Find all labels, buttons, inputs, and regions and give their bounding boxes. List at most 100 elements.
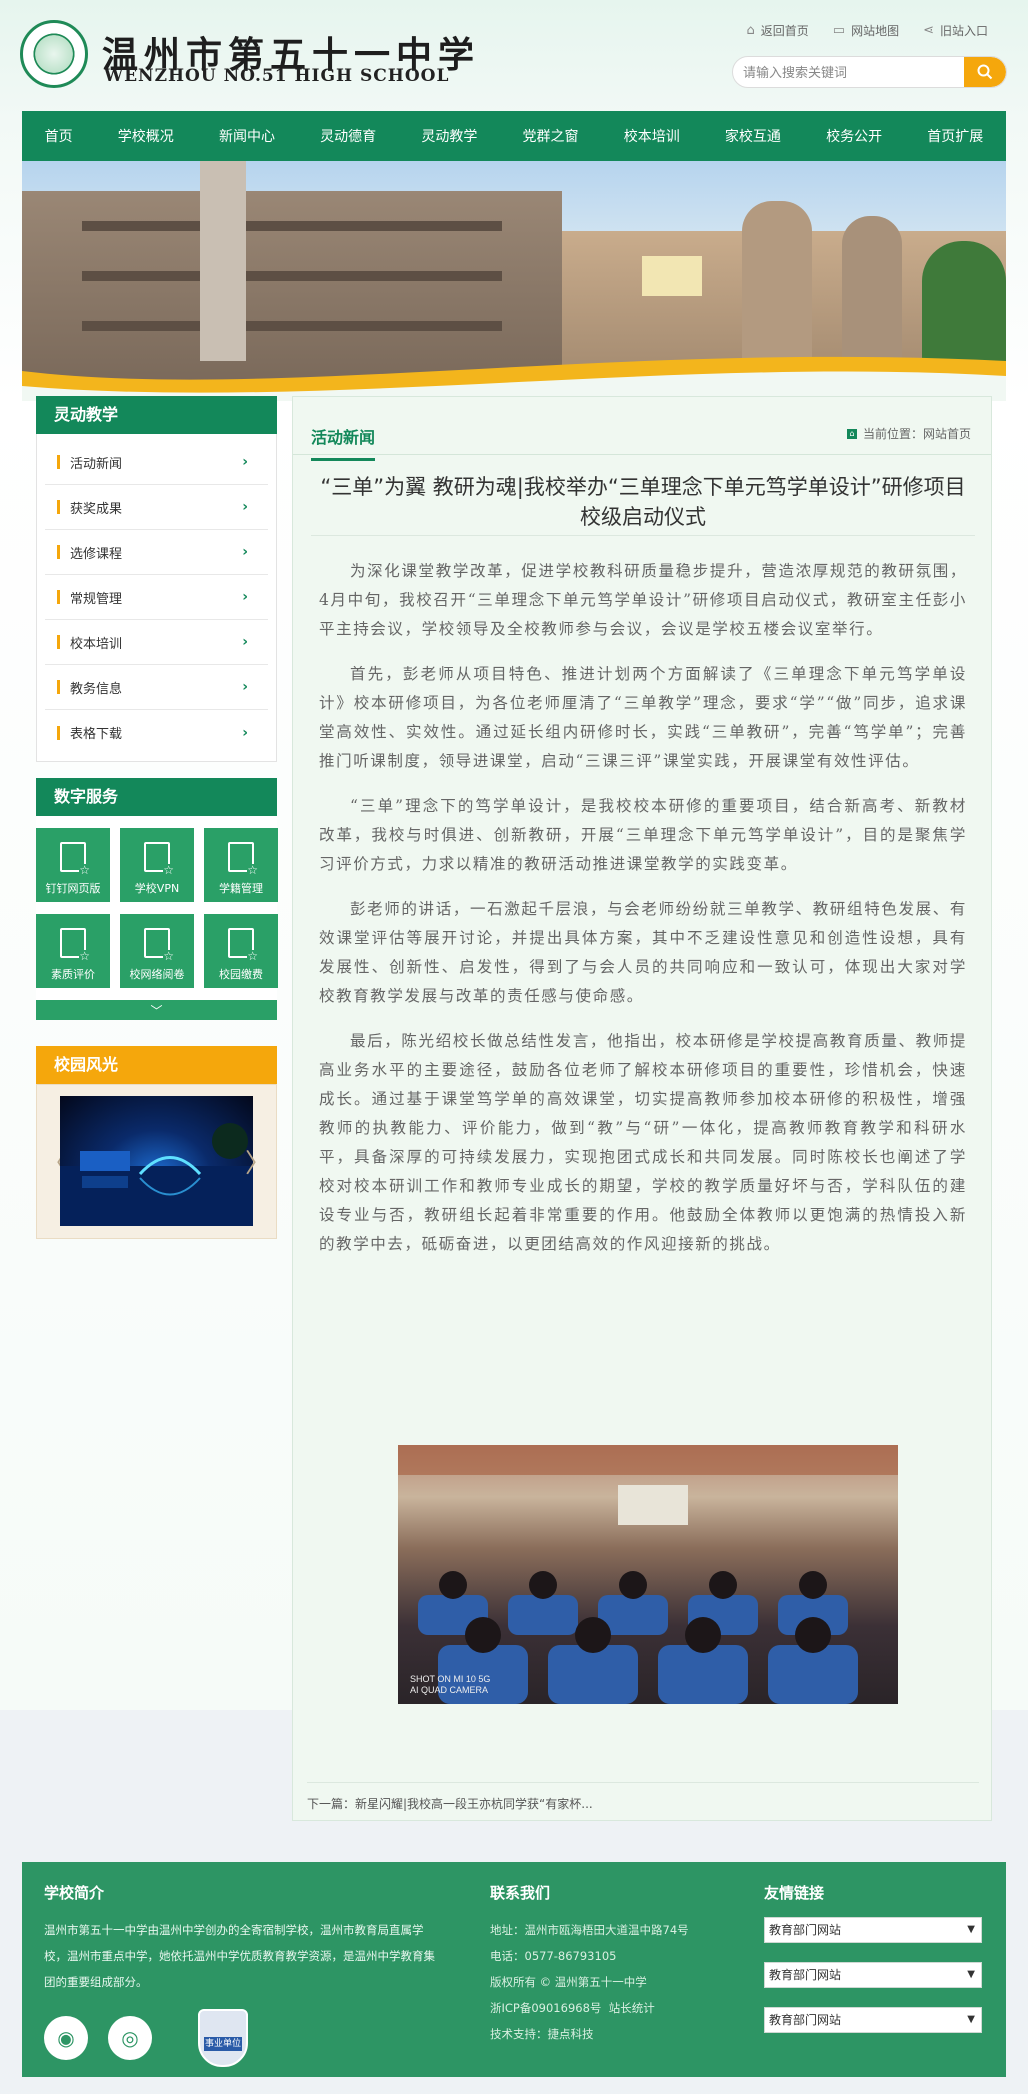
footer-links-title: 友情链接 [764,1884,825,1902]
campus-title: 校园风光 [36,1046,277,1084]
nav-item-home[interactable]: 首页 [37,126,81,146]
document-star-icon [60,928,90,962]
nav-item-moral[interactable]: 灵动德育 [312,126,384,146]
nav-item-extend[interactable]: 首页扩展 [919,126,991,146]
breadcrumb: ⌂ 当前位置：网站首页 [846,425,971,442]
campus-photo[interactable] [60,1096,253,1226]
chevron-right-icon: › [242,454,248,470]
nav-item-teaching[interactable]: 灵动教学 [413,126,485,146]
campus-carousel: 〈 〉 [36,1084,277,1239]
footer-support: 技术支持：捷点科技 [490,2027,594,2041]
carousel-next-button[interactable]: 〉 [245,1143,271,1180]
sidebar-item-label: 表格下载 [70,727,123,742]
sidebar-item-routine[interactable]: 常规管理 › [45,575,268,620]
sidebar-item-electives[interactable]: 选修课程 › [45,530,268,575]
nav-item-training[interactable]: 校本培训 [616,126,688,146]
footer-address: 地址：温州市瓯海梧田大道温中路74号 [490,1923,689,1937]
banner-wave [22,356,1006,401]
sidebar-item-awards[interactable]: 获奖成果 › [45,485,268,530]
document-star-icon [144,928,174,962]
sidebar-item-label: 教务信息 [70,681,123,697]
sidebar-item-activity-news[interactable]: 活动新闻 › [45,440,268,485]
footer-intro: 学校简介 温州市第五十一中学由温州中学创办的全寄宿制学校，温州市教育局直属学校，… [44,1882,444,2067]
home-link[interactable]: ⌂ 返回首页 [746,22,808,39]
weibo-icon[interactable]: ◉ [44,2016,88,2060]
title-divider [311,535,975,536]
nav-item-news[interactable]: 新闻中心 [211,126,283,146]
dropdown-arrow-icon: ▼ [967,1924,975,1935]
search-input[interactable] [743,57,958,87]
school-seal-logo[interactable] [20,20,88,88]
service-dingtalk[interactable]: 钉钉网页版 [36,828,110,902]
footer-copyright: 版权所有 © 温州第五十一中学 [490,1975,647,1989]
digital-services: 钉钉网页版 学校VPN 学籍管理 素质评价 校网络阅卷 校园缴费 ﹀ [36,816,278,1020]
friend-link-select[interactable]: 教育部门网站 ▼ [764,2007,982,2033]
stats-link[interactable]: 站长统计 [609,2001,655,2015]
sidebar-item-academic-info[interactable]: 教务信息 › [45,665,268,710]
social-links: ◉ ◎ 事业单位 [44,2009,444,2067]
footer-phone: 电话：0577-86793105 [490,1949,617,1963]
nav-item-party[interactable]: 党群之窗 [515,126,587,146]
service-vpn[interactable]: 学校VPN [120,828,194,902]
sidebar-item-label: 校本培训 [70,636,123,652]
breadcrumb-label[interactable]: 当前位置：网站首页 [863,425,971,442]
service-enrollment[interactable]: 学籍管理 [204,828,278,902]
services-expand-button[interactable]: ﹀ [36,1000,277,1020]
footer-contact: 联系我们 地址：温州市瓯海梧田大道温中路74号 电话：0577-86793105… [490,1882,740,2047]
nav-item-family[interactable]: 家校互通 [717,126,789,146]
sitemap-link[interactable]: ▭ 网站地图 [833,22,899,39]
chevron-right-icon: › [242,589,248,605]
old-site-link-label: 旧站入口 [939,24,988,38]
sitemap-link-label: 网站地图 [851,24,900,38]
friend-link-select[interactable]: 教育部门网站 ▼ [764,1917,982,1943]
chevron-right-icon: › [242,634,248,650]
sidebar-menu: 活动新闻 › 获奖成果 › 选修课程 › 常规管理 › 校本培训 › 教务信息 › 表格下载… [36,434,277,762]
article-paragraph: 为深化课堂教学改革，促进学校教科研质量稳步提升，营造浓厚规范的教研氛围，4月中旬… [319,562,967,638]
select-value: 教育部门网站 [769,1923,842,1937]
home-icon: ⌂ [746,23,755,38]
public-institution-badge[interactable]: 事业单位 [198,2009,248,2067]
wechat-icon[interactable]: ◎ [108,2016,152,2060]
main-nav: 首页 学校概况 新闻中心 灵动德育 灵动教学 党群之窗 校本培训 家校互通 校务… [22,111,1006,161]
watermark-line: SHOT ON MI 10 5G [410,1674,491,1684]
icp-link[interactable]: 浙ICP备09016968号 [490,2001,601,2015]
article-paragraph: 最后，陈光绍校长做总结性发言，他指出，校本研修是学校提高教育质量、教师提高业务水… [319,1032,967,1253]
camera-watermark: SHOT ON MI 10 5G AI QUAD CAMERA [410,1674,490,1696]
nav-item-affairs[interactable]: 校务公开 [818,126,890,146]
footer-contact-title: 联系我们 [490,1884,551,1902]
friend-link-select[interactable]: 教育部门网站 ▼ [764,1962,982,1988]
service-label: 校网络阅卷 [129,968,185,981]
next-article-link[interactable]: 下一篇：新星闪耀|我校高一段王亦杭同学获“有家杯... [307,1782,979,1812]
old-site-link[interactable]: ⋖ 旧站入口 [923,22,988,39]
school-name-en[interactable]: WENZHOU NO.51 HIGH SCHOOL [104,66,449,86]
service-label: 学校VPN [134,882,180,895]
service-label: 校园缴费 [219,968,263,981]
select-value: 教育部门网站 [769,2013,842,2027]
dropdown-arrow-icon: ▼ [967,2014,975,2025]
campus-banner-image [22,161,1006,401]
footer-links: 友情链接 教育部门网站 ▼ 教育部门网站 ▼ 教育部门网站 ▼ [764,1882,984,2052]
home-link-label: 返回首页 [760,24,809,38]
services-title: 数字服务 [36,778,277,816]
service-label: 钉钉网页版 [45,882,101,895]
service-label: 素质评价 [51,968,95,981]
sidebar-item-label: 常规管理 [70,591,123,607]
share-icon: ⋖ [923,23,934,38]
select-value: 教育部门网站 [769,1968,842,1982]
service-grading[interactable]: 校网络阅卷 [120,914,194,988]
chevron-right-icon: › [242,544,248,560]
service-evaluation[interactable]: 素质评价 [36,914,110,988]
sidebar-item-label: 获奖成果 [70,501,123,517]
site-header: 温州市第五十一中学 WENZHOU NO.51 HIGH SCHOOL ⌂ 返回首… [0,0,1028,110]
sidebar-item-downloads[interactable]: 表格下载 › [45,710,268,755]
sidebar-item-training[interactable]: 校本培训 › [45,620,268,665]
service-payment[interactable]: 校园缴费 [204,914,278,988]
home-icon: ⌂ [846,428,857,439]
search-box [732,56,1007,88]
search-button[interactable] [964,57,1006,87]
monitor-icon: ▭ [832,23,846,38]
chevron-right-icon: › [242,724,248,741]
nav-item-about[interactable]: 学校概况 [110,126,182,146]
chevron-down-icon: ﹀ [150,1003,163,1018]
top-links: ⌂ 返回首页 ▭ 网站地图 ⋖ 旧站入口 [746,22,988,39]
